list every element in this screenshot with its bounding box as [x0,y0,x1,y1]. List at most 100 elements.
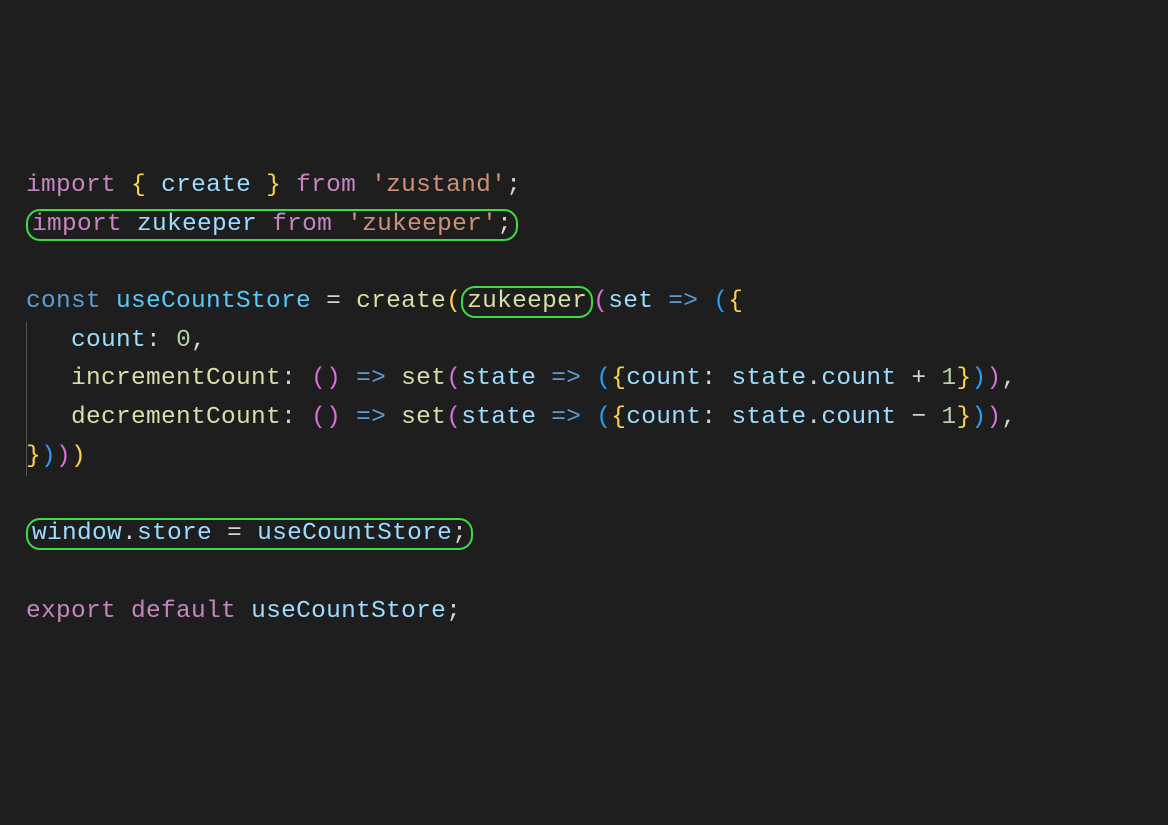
paren: ) [71,443,86,470]
paren: ( [311,404,326,431]
colon: : [146,327,161,354]
semicolon: ; [497,211,512,238]
code-line-7: decrementCount: () => set(state => ({cou… [26,399,1142,438]
prop-count: count [626,404,701,431]
dot: . [806,365,821,392]
prop-count: count [71,327,146,354]
identifier-state: state [731,404,806,431]
paren: ( [596,365,611,392]
arrow: => [551,404,581,431]
comma: , [191,327,206,354]
blank-line [26,554,1142,593]
brace: { [611,404,626,431]
prop-count: count [626,365,701,392]
paren: ( [446,404,461,431]
brace: } [956,404,971,431]
prop-count: count [821,404,896,431]
code-line-5: count: 0, [26,322,1142,361]
code-line-8: }))) [26,438,1142,477]
identifier-useCountStore: useCountStore [251,598,446,625]
identifier-create: create [161,172,251,199]
string-zustand: 'zustand' [371,172,506,199]
code-line-2: import zukeeper from 'zukeeper'; [26,206,1142,245]
arrow: => [668,288,698,315]
identifier-useCountStore: useCountStore [116,288,311,315]
paren: ) [56,443,71,470]
keyword-import: import [26,172,116,199]
semicolon: ; [446,598,461,625]
minus: − [911,404,926,431]
colon: : [281,404,296,431]
arrow: => [356,365,386,392]
paren: ( [593,288,608,315]
code-line-10: window.store = useCountStore; [26,515,1142,554]
arrow: => [551,365,581,392]
code-line-12: export default useCountStore; [26,593,1142,632]
param-state: state [461,404,536,431]
paren: ) [41,443,56,470]
highlight-window-store: window.store = useCountStore; [26,518,473,550]
paren: ( [446,365,461,392]
brace: { [611,365,626,392]
prop-count: count [821,365,896,392]
brace: { [728,288,743,315]
keyword-from: from [296,172,356,199]
equals: = [227,520,242,547]
paren: ) [971,404,986,431]
number-zero: 0 [176,327,191,354]
highlight-zukeeper-call: zukeeper [461,286,593,318]
identifier-window: window [32,520,122,547]
code-line-1: import { create } from 'zustand'; [26,167,1142,206]
string-zukeeper: 'zukeeper' [347,211,497,238]
highlight-import-zukeeper: import zukeeper from 'zukeeper'; [26,209,518,241]
plus: + [911,365,926,392]
comma: , [1002,365,1017,392]
brace: } [26,443,41,470]
number-one: 1 [941,365,956,392]
comma: , [1002,404,1017,431]
param-state: state [461,365,536,392]
dot: . [122,520,137,547]
equals: = [326,288,341,315]
brace: } [956,365,971,392]
keyword-const: const [26,288,101,315]
brace-left: { [131,172,146,199]
arrow: => [356,404,386,431]
paren: ) [326,365,341,392]
brace-right: } [266,172,281,199]
keyword-import: import [32,211,122,238]
fn-zukeeper: zukeeper [467,288,587,315]
identifier-useCountStore: useCountStore [257,520,452,547]
identifier-state: state [731,365,806,392]
paren: ) [326,404,341,431]
paren: ( [596,404,611,431]
semicolon: ; [452,520,467,547]
fn-set: set [401,365,446,392]
semicolon: ; [506,172,521,199]
prop-incrementCount: incrementCount [71,365,281,392]
keyword-export: export [26,598,116,625]
paren: ( [446,288,461,315]
paren: ) [986,404,1001,431]
paren: ) [971,365,986,392]
blank-line [26,244,1142,283]
paren: ( [311,365,326,392]
code-line-6: incrementCount: () => set(state => ({cou… [26,360,1142,399]
blank-line [26,476,1142,515]
prop-decrementCount: decrementCount [71,404,281,431]
colon: : [701,365,716,392]
colon: : [281,365,296,392]
number-one: 1 [941,404,956,431]
keyword-default: default [131,598,236,625]
colon: : [701,404,716,431]
fn-create: create [356,288,446,315]
identifier-zukeeper: zukeeper [137,211,257,238]
keyword-from: from [272,211,332,238]
prop-store: store [137,520,212,547]
fn-set: set [401,404,446,431]
param-set: set [608,288,653,315]
paren: ) [986,365,1001,392]
dot: . [806,404,821,431]
paren: ( [713,288,728,315]
code-line-4: const useCountStore = create(zukeeper(se… [26,283,1142,322]
